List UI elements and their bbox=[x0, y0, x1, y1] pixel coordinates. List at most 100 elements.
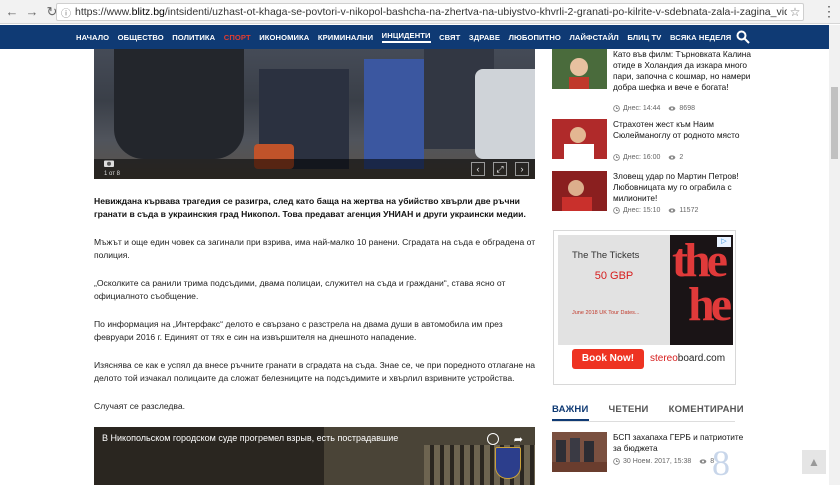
ad-brand-part: stereo bbox=[650, 353, 678, 364]
watch-later-icon[interactable] bbox=[487, 433, 499, 445]
news-title[interactable]: Като във филм: Търновката Калина отиде в… bbox=[613, 49, 753, 93]
site-navigation: НАЧАЛО ОБЩЕСТВО ПОЛИТИКА СПОРТ ИКОНОМИКА… bbox=[0, 25, 840, 49]
ad-brand-part: .com bbox=[703, 353, 726, 364]
news-time: Днес: 15:10 bbox=[623, 207, 661, 214]
news-views: 2 bbox=[679, 154, 684, 161]
news-thumbnail[interactable] bbox=[552, 171, 607, 211]
gallery-counter: 1 от 8 bbox=[104, 171, 120, 177]
nav-politics[interactable]: ПОЛИТИКА bbox=[172, 33, 215, 42]
views-eye-icon bbox=[669, 106, 676, 111]
article-paragraph: Случаят се разследва. bbox=[94, 401, 186, 411]
back-icon[interactable]: ← bbox=[4, 4, 20, 20]
url-domain: blitz.bg bbox=[131, 6, 165, 18]
gallery-next-button[interactable]: › bbox=[515, 162, 529, 176]
nav-society[interactable]: ОБЩЕСТВО bbox=[118, 33, 164, 42]
article-paragraph: Мъжът и още един човек са загинали при в… bbox=[94, 237, 536, 260]
browser-toolbar: ← → ↻ ⓘ https://www.blitz.bg/intsidenti/… bbox=[0, 0, 840, 24]
bookmark-star-icon[interactable]: ☆ bbox=[787, 5, 803, 19]
views-eye-icon bbox=[699, 459, 707, 464]
ad-brand-part: board bbox=[677, 353, 704, 364]
share-icon[interactable]: ➦ bbox=[514, 433, 523, 446]
nav-sport[interactable]: СПОРТ bbox=[224, 33, 251, 42]
news-thumbnail[interactable] bbox=[552, 119, 607, 159]
scrollbar-thumb[interactable] bbox=[831, 87, 838, 159]
nav-economy[interactable]: ИКОНОМИКА bbox=[259, 33, 309, 42]
rank-number: 8 bbox=[712, 443, 730, 483]
video-title[interactable]: В Никопольском городском суде прогремел … bbox=[102, 433, 398, 443]
tab-most-read[interactable]: ЧЕТЕНИ bbox=[609, 404, 649, 421]
back-to-top-button[interactable]: ▲ bbox=[802, 450, 826, 474]
address-bar[interactable]: ⓘ https://www.blitz.bg/intsidenti/uzhast… bbox=[56, 3, 804, 21]
article-paragraph: По информация на „Интерфакс“ делото е св… bbox=[94, 319, 503, 342]
nav-incidents[interactable]: ИНЦИДЕНТИ bbox=[381, 31, 431, 43]
forward-icon[interactable]: → bbox=[24, 4, 40, 20]
search-icon[interactable] bbox=[736, 30, 750, 44]
nav-home[interactable]: НАЧАЛО bbox=[76, 33, 109, 42]
gallery-fullscreen-button[interactable]: ⤢ bbox=[493, 162, 507, 176]
url-text[interactable]: https://www.blitz.bg/intsidenti/uzhast-o… bbox=[75, 6, 787, 18]
sidebar-news-item[interactable]: Зловещ удар по Мартин Петров! Любовницат… bbox=[552, 171, 752, 221]
url-path: /intsidenti/uzhast-ot-khaga-se-povtori-v… bbox=[164, 6, 787, 18]
ad-brand: stereoboard.com bbox=[650, 353, 725, 364]
news-title[interactable]: Страхотен жест към Наим Сюлейманоглу от … bbox=[613, 119, 753, 141]
nav-health[interactable]: ЗДРАВЕ bbox=[469, 33, 500, 42]
gallery-prev-button[interactable]: ‹ bbox=[471, 162, 485, 176]
photo-figure bbox=[364, 59, 424, 169]
nav-lifestyle[interactable]: ЛАЙФСТАЙЛ bbox=[569, 33, 618, 42]
news-time: 30 Ноем. 2017, 15:38 bbox=[623, 458, 692, 465]
ad-band-poster: the he bbox=[670, 235, 733, 345]
article-paragraph: „Осколките са ранили трима подсъдими, дв… bbox=[94, 278, 506, 301]
poster-text: he bbox=[688, 278, 732, 331]
news-title[interactable]: Зловещ удар по Мартин Петров! Любовницат… bbox=[613, 171, 753, 204]
photo-figure bbox=[114, 49, 244, 159]
article-lead: Невиждана кървава трагедия се разигра, с… bbox=[94, 196, 526, 219]
news-views: 8698 bbox=[679, 105, 695, 112]
article-body: Невиждана кървава трагедия се разигра, с… bbox=[94, 195, 542, 428]
article-gallery-image[interactable]: 1 от 8 ‹ ⤢ › bbox=[94, 49, 535, 179]
news-thumbnail[interactable] bbox=[552, 432, 607, 472]
book-now-button[interactable]: Book Now! bbox=[572, 349, 644, 369]
camera-icon bbox=[104, 160, 114, 167]
news-meta: 30 Ноем. 2017, 15:38 8 bbox=[613, 458, 714, 465]
views-eye-icon bbox=[669, 208, 676, 213]
clock-icon bbox=[613, 458, 620, 465]
nav-blitz-tv[interactable]: БЛИЦ TV bbox=[627, 33, 661, 42]
sidebar-tabs: ВАЖНИ ЧЕТЕНИ КОМЕНТИРАНИ bbox=[552, 404, 744, 422]
advertisement[interactable]: The The Tickets 50 GBP June 2018 UK Tour… bbox=[553, 230, 736, 385]
sidebar-news-item[interactable]: Като във филм: Търновката Калина отиде в… bbox=[552, 49, 752, 119]
photo-vehicle bbox=[475, 69, 535, 159]
news-time: Днес: 16:00 bbox=[623, 154, 661, 161]
ad-heading: The The Tickets bbox=[572, 250, 640, 261]
nav-world[interactable]: СВЯТ bbox=[439, 33, 460, 42]
adchoices-icon[interactable]: ▷ bbox=[717, 237, 731, 247]
nav-crime[interactable]: КРИМИНАЛНИ bbox=[318, 33, 373, 42]
gallery-controls-bar bbox=[94, 159, 535, 179]
page-scrollbar[interactable] bbox=[829, 25, 840, 485]
news-title[interactable]: БСП захапаха ГЕРБ и патриотите за бюджет… bbox=[613, 432, 753, 454]
sidebar-news-item[interactable]: Страхотен жест към Наим Сюлейманоглу от … bbox=[552, 119, 752, 167]
embedded-video[interactable]: В Никопольском городском суде прогремел … bbox=[94, 427, 535, 485]
ad-creative[interactable]: The The Tickets 50 GBP June 2018 UK Tour… bbox=[558, 235, 733, 375]
news-meta: Днес: 14:44 8698 bbox=[613, 105, 695, 112]
clock-icon bbox=[613, 105, 620, 112]
clock-icon bbox=[613, 154, 620, 161]
ad-price: 50 GBP bbox=[594, 270, 634, 282]
court-emblem-icon bbox=[495, 447, 521, 479]
news-time: Днес: 14:44 bbox=[623, 105, 661, 112]
tab-most-commented[interactable]: КОМЕНТИРАНИ bbox=[669, 404, 744, 421]
nav-curious[interactable]: ЛЮБОПИТНО bbox=[509, 33, 561, 42]
url-prefix: https://www. bbox=[75, 6, 132, 18]
ad-bottom-bar: Book Now! stereoboard.com bbox=[558, 345, 733, 375]
news-meta: Днес: 16:00 2 bbox=[613, 154, 683, 161]
views-eye-icon bbox=[669, 155, 676, 160]
news-views: 11572 bbox=[679, 207, 699, 214]
news-thumbnail[interactable] bbox=[552, 49, 607, 89]
browser-menu-icon[interactable]: ⋮ bbox=[822, 4, 836, 20]
news-meta: Днес: 15:10 11572 bbox=[613, 207, 698, 214]
clock-icon bbox=[613, 207, 620, 214]
tab-important[interactable]: ВАЖНИ bbox=[552, 404, 589, 421]
nav-every-week[interactable]: ВСЯКА НЕДЕЛЯ bbox=[670, 33, 731, 42]
info-icon[interactable]: ⓘ bbox=[61, 5, 75, 20]
article-paragraph: Изяснява се как е успял да внесе ръчните… bbox=[94, 360, 536, 383]
ad-tour-dates: June 2018 UK Tour Dates... bbox=[572, 310, 640, 316]
